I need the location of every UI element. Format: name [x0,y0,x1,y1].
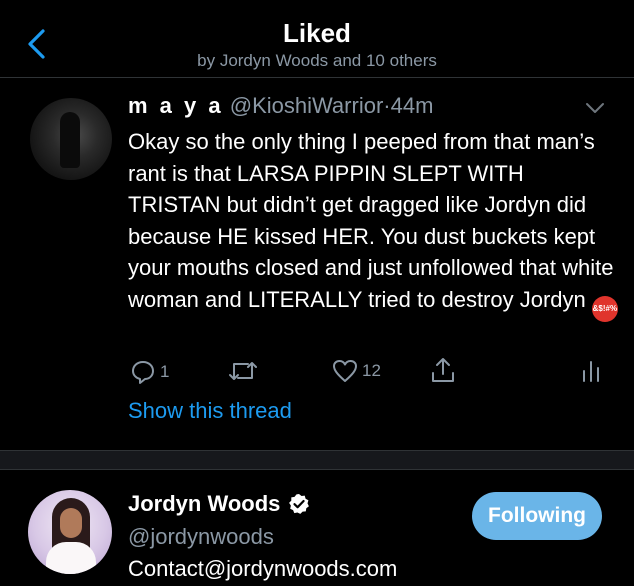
tweet-header: m a y a @KioshiWarrior·44m [128,93,433,119]
like-button[interactable]: 12 [332,359,381,383]
tweet-text: Okay so the only thing I peeped from tha… [128,126,618,322]
retweet-button[interactable] [228,359,262,383]
user-display-name[interactable]: Jordyn Woods [128,491,280,517]
emoji-symbols: &$!#% [592,303,618,313]
chevron-down-icon[interactable] [585,102,605,114]
share-button[interactable] [430,356,456,384]
like-count: 12 [362,361,381,380]
avatar[interactable] [30,98,112,180]
user-name-row: Jordyn Woods [128,491,310,517]
avatar[interactable] [28,490,112,574]
reply-icon [132,361,154,384]
section-divider [0,450,634,470]
following-button[interactable]: Following [472,492,602,540]
tweet-handle[interactable]: @KioshiWarrior [230,93,384,118]
user-row[interactable]: Jordyn Woods @jordynwoods Contact@jordyn… [0,470,634,586]
tweet-display-name[interactable]: m a y a [128,93,224,118]
tweet[interactable]: m a y a @KioshiWarrior·44m Okay so the o… [0,78,634,450]
show-thread-link[interactable]: Show this thread [128,398,292,424]
user-bio: Contact@jordynwoods.com [128,556,398,581]
top-nav-bar: Liked by Jordyn Woods and 10 others [0,0,634,78]
page-title: Liked [283,18,351,48]
reply-count: 1 [160,362,170,381]
retweet-icon [229,362,257,380]
verified-badge-icon [289,494,310,514]
bar-chart-icon [583,361,599,382]
analytics-button[interactable] [580,359,602,383]
heart-icon [333,360,357,382]
reply-button[interactable]: 1 [130,359,169,385]
tweet-body: Okay so the only thing I peeped from tha… [128,129,614,312]
user-handle[interactable]: @jordynwoods [128,524,274,550]
tweet-separator: · [383,93,391,118]
page-subtitle: by Jordyn Woods and 10 others [197,51,437,70]
angry-face-with-symbols-icon: &$!#% [591,295,618,322]
tweet-timestamp[interactable]: 44m [391,93,434,118]
share-icon [432,358,454,382]
